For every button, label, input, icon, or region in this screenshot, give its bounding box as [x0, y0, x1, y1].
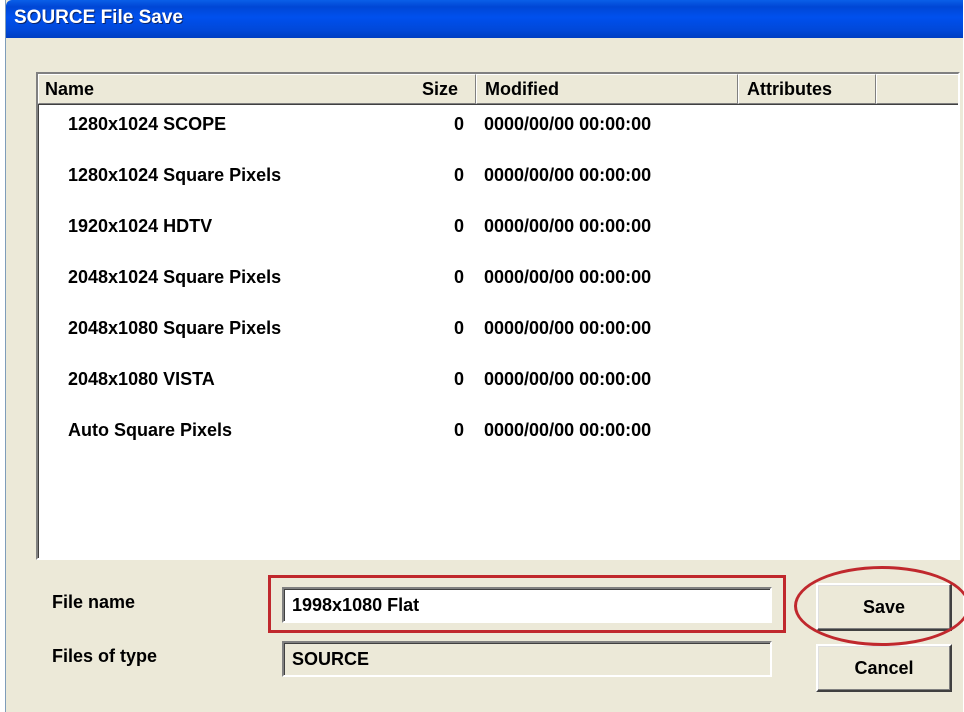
column-header-modified[interactable]: Modified	[476, 74, 738, 104]
item-size: 0	[453, 165, 464, 185]
column-header-modified-label: Modified	[485, 79, 559, 99]
item-size: 0	[453, 318, 464, 338]
item-modified: 0000/00/00 00:00:00	[484, 420, 652, 440]
save-button[interactable]: Save	[816, 583, 952, 631]
item-size: 0	[453, 420, 464, 440]
list-header: Name Size Modified Attributes	[38, 74, 958, 104]
window-title: SOURCE File Save	[14, 7, 183, 28]
column-header-empty	[876, 74, 958, 104]
item-size: 0	[453, 267, 464, 287]
cancel-button[interactable]: Cancel	[816, 644, 952, 692]
list-item[interactable]: 1920x1024 HDTV 0 0000/00/00 00:00:00	[38, 206, 958, 257]
item-modified: 0000/00/00 00:00:00	[484, 165, 652, 185]
file-list[interactable]: Name Size Modified Attributes 1280x1024 …	[36, 72, 960, 560]
file-name-label: File name	[52, 592, 136, 612]
item-size: 0	[453, 216, 464, 236]
file-name-input[interactable]: 1998x1080 Flat	[282, 587, 772, 623]
files-of-type-label: Files of type	[52, 646, 158, 666]
item-modified: 0000/00/00 00:00:00	[484, 369, 652, 389]
item-name: 2048x1024 Square Pixels	[68, 267, 282, 287]
item-size: 0	[453, 369, 464, 389]
item-size: 0	[453, 114, 464, 134]
item-name: 2048x1080 VISTA	[68, 369, 215, 389]
list-item[interactable]: 1280x1024 SCOPE 0 0000/00/00 00:00:00	[38, 104, 958, 155]
item-modified: 0000/00/00 00:00:00	[484, 318, 652, 338]
list-item[interactable]: Auto Square Pixels 0 0000/00/00 00:00:00	[38, 410, 958, 461]
list-item[interactable]: 2048x1080 VISTA 0 0000/00/00 00:00:00	[38, 359, 958, 410]
column-header-attributes[interactable]: Attributes	[738, 74, 876, 104]
item-name: 2048x1080 Square Pixels	[68, 318, 282, 338]
column-header-name-label: Name	[45, 79, 95, 99]
column-header-size[interactable]: Size	[422, 74, 458, 104]
item-modified: 0000/00/00 00:00:00	[484, 267, 652, 287]
list-item[interactable]: 2048x1080 Square Pixels 0 0000/00/00 00:…	[38, 308, 958, 359]
item-name: 1280x1024 Square Pixels	[68, 165, 282, 185]
item-modified: 0000/00/00 00:00:00	[484, 114, 652, 134]
file-save-dialog: SOURCE File Save Name Size Modified Attr…	[5, 0, 964, 712]
title-bar[interactable]: SOURCE File Save	[6, 0, 963, 38]
list-item[interactable]: 2048x1024 Square Pixels 0 0000/00/00 00:…	[38, 257, 958, 308]
column-header-name[interactable]: Name	[38, 74, 476, 104]
column-header-attributes-label: Attributes	[747, 79, 832, 99]
item-modified: 0000/00/00 00:00:00	[484, 216, 652, 236]
item-name: 1280x1024 SCOPE	[68, 114, 227, 134]
list-item[interactable]: 1280x1024 Square Pixels 0 0000/00/00 00:…	[38, 155, 958, 206]
files-of-type-field[interactable]: SOURCE	[282, 641, 772, 677]
item-name: 1920x1024 HDTV	[68, 216, 213, 236]
item-name: Auto Square Pixels	[68, 420, 233, 440]
